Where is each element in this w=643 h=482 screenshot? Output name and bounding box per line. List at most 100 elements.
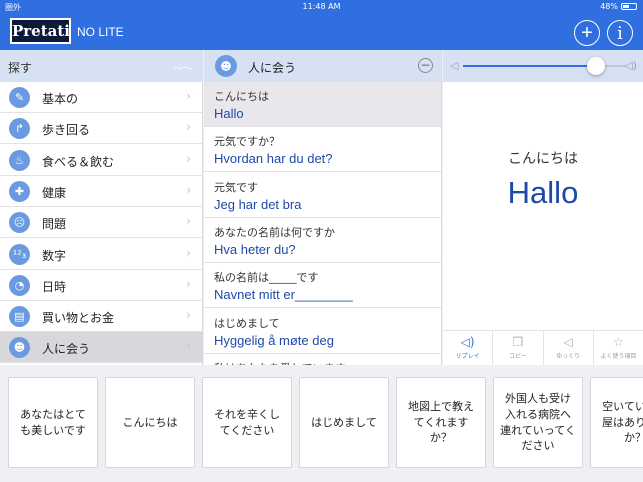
volume-slider-fill xyxy=(463,65,596,67)
category-item[interactable]: ▤ 買い物とお金 › xyxy=(0,301,203,333)
phrase-item[interactable]: あなたの名前は何ですか Hva heter du? xyxy=(204,218,441,263)
phrase-item[interactable]: こんにちは Hallo xyxy=(204,82,441,127)
display-translation-text: Hallo xyxy=(507,175,579,210)
phrase-item[interactable]: はじめまして Hyggelig å møte deg xyxy=(204,309,441,354)
problem-icon: ☹ xyxy=(9,212,30,234)
category-label: 買い物とお金 xyxy=(42,311,115,326)
category-label: 基本の xyxy=(42,92,79,106)
phrase-item[interactable]: 私はあなたを愛しています xyxy=(204,354,441,365)
phrase-list-header: ☻ 人に会う − xyxy=(204,50,441,82)
edition-label: NO LITE xyxy=(77,25,124,39)
status-bar: 圏外 11:48 AM 48% xyxy=(0,0,643,13)
speaker-icon: ◁) xyxy=(460,335,475,349)
recent-phrase-card[interactable]: それを辛くしてください xyxy=(202,377,292,468)
tool-label: リプレイ xyxy=(455,353,480,360)
category-label: 歩き回る xyxy=(42,123,91,138)
recent-phrase-card[interactable]: はじめまして xyxy=(299,377,389,468)
phrase-source-text: 元気です xyxy=(214,180,258,194)
category-item[interactable]: ✚ 健康 › xyxy=(0,176,203,207)
numbers-icon: ¹²₃ xyxy=(9,243,30,265)
phrase-translation-text: Navnet mitt er________ xyxy=(214,287,353,303)
top-navigation-bar: 圏外 11:48 AM 48% Pretati NO LITE + i xyxy=(0,0,643,50)
recent-phrase-card[interactable]: あなたはとても美しいです xyxy=(8,377,98,468)
category-panel: 探す 〜〜 ✎ 基本の › ↱ 歩き回る › ♨ 食べる＆飲む › ✚ 健康 › ☹ 問題 › ¹²₃ 数字 › ◔… xyxy=(0,50,203,365)
phrase-translation-text: Hallo xyxy=(214,106,244,121)
phrase-item[interactable]: 私の名前は_____です Navnet mitt er________ xyxy=(204,263,441,309)
recent-phrase-card[interactable]: こんにちは xyxy=(105,377,195,468)
category-label: 食べる＆飲む xyxy=(42,154,115,169)
phrase-translation-text: Hva heter du? xyxy=(214,241,296,257)
chevron-right-icon: › xyxy=(186,120,191,135)
battery-percent: 48% xyxy=(600,2,618,11)
recent-phrase-card[interactable]: 地図上で教えてくれますか？ xyxy=(396,377,486,468)
volume-low-icon: ◁ xyxy=(450,59,459,72)
tool-button-3[interactable]: ◁ ゆっくり xyxy=(544,331,594,365)
slow-icon: ◁ xyxy=(563,335,573,349)
volume-slider-thumb[interactable] xyxy=(586,57,605,75)
phrase-source-text: あなたの名前は何ですか xyxy=(214,225,335,239)
category-item[interactable]: ☻ 人に会う › xyxy=(0,332,203,364)
phrase-display-panel: ◁ ◁) こんにちは Hallo ◁) リプレイ ❐ コピー ◁ ゆっくり ☆ よく使う項目 xyxy=(443,50,643,365)
phrase-list-panel: ☻ 人に会う − こんにちは Hallo 元気ですか？ Hvordan har du … xyxy=(204,50,442,365)
app-logo: Pretati xyxy=(10,18,71,44)
search-hint: 〜〜 xyxy=(173,64,193,75)
category-label: 問題 xyxy=(42,217,67,232)
chevron-right-icon: › xyxy=(186,89,191,103)
phrase-toolbar: ◁) リプレイ ❐ コピー ◁ ゆっくり ☆ よく使う項目 xyxy=(443,330,643,365)
chevron-right-icon: › xyxy=(186,245,191,260)
food-icon: ♨ xyxy=(9,149,30,171)
collapse-button[interactable]: − xyxy=(418,58,433,73)
battery-fill xyxy=(623,5,629,8)
chevron-right-icon: › xyxy=(186,308,191,323)
phrase-translation-text: Hyggelig å møte deg xyxy=(214,332,334,348)
info-icon: i xyxy=(617,22,623,44)
tool-label: コピー xyxy=(508,353,527,360)
chevron-right-icon: › xyxy=(186,276,191,291)
tool-button-1[interactable]: ◁) リプレイ xyxy=(443,331,494,365)
category-item[interactable]: ◔ 日時 › xyxy=(0,270,203,301)
info-button[interactable]: i xyxy=(607,20,633,46)
phrase-source-text: はじめまして xyxy=(214,316,280,330)
search-bar[interactable]: 探す 〜〜 xyxy=(0,50,203,82)
chevron-right-icon: › xyxy=(186,214,191,229)
category-item[interactable]: ¹²₃ 数字 › xyxy=(0,239,203,270)
chevron-right-icon: › xyxy=(186,151,191,166)
people-icon: ☻ xyxy=(9,337,30,359)
clock: 11:48 AM xyxy=(302,2,341,11)
recent-phrase-card[interactable]: 外国人も受け入れる病院へ連れていってください xyxy=(493,377,583,468)
clock-icon: ◔ xyxy=(9,274,30,296)
phrase-item[interactable]: 元気ですか？ Hvordan har du det? xyxy=(204,127,441,173)
category-item[interactable]: ↱ 歩き回る › xyxy=(0,113,203,145)
tool-label: よく使う項目 xyxy=(600,353,637,360)
phrase-translation-text: Hvordan har du det? xyxy=(214,151,333,167)
tool-button-2[interactable]: ❐ コピー xyxy=(493,331,544,365)
copy-icon: ❐ xyxy=(512,335,524,349)
category-label: 数字 xyxy=(42,248,67,263)
category-label: 日時 xyxy=(42,279,67,294)
phrase-item[interactable]: 元気です Jeg har det bra xyxy=(204,173,441,218)
pencil-icon: ✎ xyxy=(9,87,30,108)
category-item[interactable]: ☹ 問題 › xyxy=(0,207,203,239)
plus-icon: + xyxy=(581,21,593,44)
category-item[interactable]: ✎ 基本の › xyxy=(0,82,203,113)
walk-icon: ↱ xyxy=(9,118,30,140)
phrase-list-title: 人に会う xyxy=(248,61,297,75)
phrase-source-text: こんにちは xyxy=(214,90,269,103)
chevron-right-icon: › xyxy=(186,182,191,197)
battery-status: 48% xyxy=(600,2,637,11)
search-label: 探す xyxy=(8,61,33,75)
add-button[interactable]: + xyxy=(574,20,600,46)
people-icon: ☻ xyxy=(215,55,237,77)
category-label: 健康 xyxy=(42,185,67,200)
tool-button-4[interactable]: ☆ よく使う項目 xyxy=(594,331,643,365)
category-label: 人に会う xyxy=(42,342,91,357)
battery-icon xyxy=(621,3,637,10)
phrase-source-text: 私の名前は_____です xyxy=(214,271,319,285)
phrase-translation-text: Jeg har det bra xyxy=(214,196,302,212)
display-source-text: こんにちは xyxy=(508,151,578,167)
health-icon: ✚ xyxy=(9,180,30,202)
recent-phrase-card[interactable]: 空いている部屋はありますか？ xyxy=(590,377,643,468)
category-item[interactable]: ♨ 食べる＆飲む › xyxy=(0,145,203,176)
volume-bar: ◁ ◁) xyxy=(443,50,643,82)
star-icon: ☆ xyxy=(612,335,624,349)
